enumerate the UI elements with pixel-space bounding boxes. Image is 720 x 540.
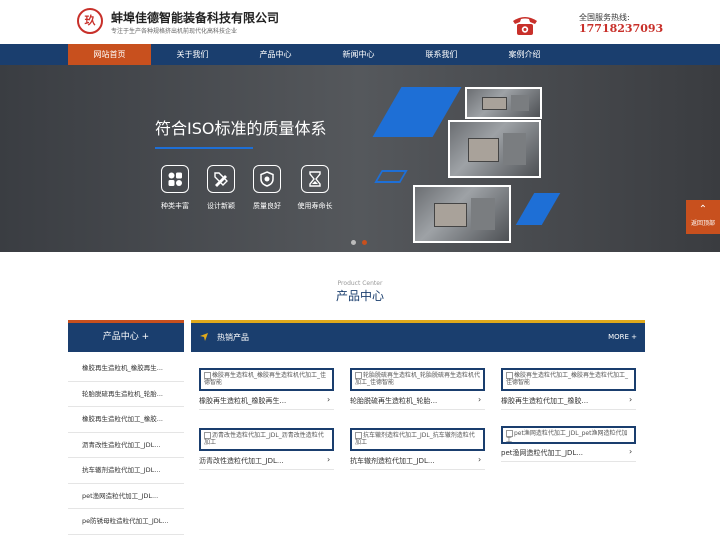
- product-image[interactable]: pet渔网造粒代加工_JDL_pet渔网造粒代加工: [501, 426, 636, 444]
- banner-photo: [465, 87, 542, 119]
- feature-quality: 质量良好: [242, 165, 292, 211]
- product-name[interactable]: 轮胎脱硫再生造粒机_轮胎...: [350, 396, 474, 406]
- company-tagline: 专注于生产各种规格挤出机前现代化高科技企业: [111, 28, 238, 35]
- grid-icon: [161, 165, 189, 193]
- nav-item-products[interactable]: 产品中心: [234, 44, 317, 65]
- nav-bar: 网站首页 关于我们 产品中心 新闻中心 联系我们 案例介绍: [68, 44, 643, 65]
- nav-item-contact[interactable]: 联系我们: [400, 44, 483, 65]
- feature-variety: 种类丰富: [150, 165, 200, 211]
- hourglass-icon: [301, 165, 329, 193]
- chevron-right-icon: ›: [629, 395, 633, 404]
- chevron-right-icon: ›: [478, 395, 482, 404]
- company-logo[interactable]: 玖: [77, 8, 103, 34]
- banner-underline: [155, 147, 253, 149]
- pencil-ruler-icon: [207, 165, 235, 193]
- back-to-top-label: 返回顶部: [690, 220, 715, 227]
- nav-item-cases[interactable]: 案例介绍: [483, 44, 566, 65]
- sidebar-item[interactable]: 橡胶再生造粒代加工_橡胶...: [68, 407, 184, 433]
- feature-label: 使用寿命长: [297, 202, 333, 210]
- product-card[interactable]: 橡胶再生造粒代加工_橡胶再生造粒代加工_佳德智能 橡胶再生造粒代加工_橡胶...…: [501, 368, 636, 411]
- product-name[interactable]: 橡胶再生造粒代加工_橡胶...: [501, 396, 625, 406]
- chevron-right-icon: ›: [629, 447, 633, 456]
- product-name[interactable]: 抗车辙剂造粒代加工_JDL...: [350, 456, 474, 466]
- main-nav: 网站首页 关于我们 产品中心 新闻中心 联系我们 案例介绍: [0, 44, 720, 65]
- divider: [501, 461, 636, 462]
- divider: [350, 469, 485, 470]
- page: 玖 蚌埠佳德智能装备科技有限公司 专注于生产各种规格挤出机前现代化高科技企业 全…: [0, 0, 720, 540]
- feature-durability: 使用寿命长: [290, 165, 340, 211]
- divider: [199, 409, 334, 410]
- divider: [501, 409, 636, 410]
- chevron-right-icon: ›: [478, 455, 482, 464]
- product-card[interactable]: 沥青改性造粒代加工_JDL_沥青改性造粒代加工 沥青改性造粒代加工_JDL...…: [199, 428, 334, 471]
- slider-dot-active[interactable]: [362, 240, 367, 245]
- feature-design: 设计新颖: [196, 165, 246, 211]
- banner-photo: [413, 185, 511, 243]
- banner-deco-shape: [374, 170, 408, 183]
- product-name[interactable]: pet渔网造粒代加工_JDL...: [501, 448, 625, 458]
- sidebar-item[interactable]: 抗车辙剂造粒代加工_JDL...: [68, 458, 184, 484]
- slider-dot[interactable]: [351, 240, 356, 245]
- more-link[interactable]: MORE +: [608, 333, 637, 341]
- product-card[interactable]: 轮胎脱硫再生造粒机_轮胎脱硫再生造粒机代加工_佳德智能 轮胎脱硫再生造粒机_轮胎…: [350, 368, 485, 411]
- site-header: 玖 蚌埠佳德智能装备科技有限公司 专注于生产各种规格挤出机前现代化高科技企业 全…: [0, 0, 720, 44]
- product-image[interactable]: 橡胶再生造粒代加工_橡胶再生造粒代加工_佳德智能: [501, 368, 636, 391]
- banner-photo: [448, 120, 541, 178]
- nav-item-home[interactable]: 网站首页: [68, 44, 151, 65]
- feature-label: 质量良好: [253, 202, 281, 210]
- feature-label: 设计新颖: [207, 202, 235, 210]
- sidebar-list: 橡胶再生造粒机_橡胶再生... 轮胎脱硫再生造粒机_轮胎... 橡胶再生造粒代加…: [68, 356, 184, 535]
- banner-headline: 符合ISO标准的质量体系: [155, 119, 327, 138]
- company-name: 蚌埠佳德智能装备科技有限公司: [111, 11, 280, 25]
- back-to-top-button[interactable]: ⌃ 返回顶部: [686, 200, 720, 234]
- feature-label: 种类丰富: [161, 202, 189, 210]
- hero-banner[interactable]: 符合ISO标准的质量体系 种类丰富 设计新颖 质量良好 使用寿命长: [0, 65, 720, 252]
- send-icon: [200, 333, 208, 341]
- hotline-number[interactable]: 17718237093: [579, 22, 663, 35]
- sidebar-item[interactable]: pet渔网造粒代加工_JDL...: [68, 484, 184, 509]
- section-title: 产品中心: [335, 289, 384, 303]
- hot-products-header: 热销产品 MORE +: [191, 320, 645, 352]
- section-title-en: Product Center: [337, 280, 383, 287]
- sidebar-title[interactable]: 产品中心 +: [68, 320, 184, 352]
- product-card[interactable]: pet渔网造粒代加工_JDL_pet渔网造粒代加工 pet渔网造粒代加工_JDL…: [501, 426, 636, 469]
- banner-deco-shape: [515, 193, 561, 225]
- product-name[interactable]: 橡胶再生造粒机_橡胶再生...: [199, 396, 323, 406]
- sidebar-item[interactable]: 橡胶再生造粒机_橡胶再生...: [68, 356, 184, 382]
- nav-item-about[interactable]: 关于我们: [151, 44, 234, 65]
- product-name[interactable]: 沥青改性造粒代加工_JDL...: [199, 456, 323, 466]
- nav-item-news[interactable]: 新闻中心: [317, 44, 400, 65]
- product-card[interactable]: 抗车辙剂造粒代加工_JDL_抗车辙剂造粒代加工 抗车辙剂造粒代加工_JDL...…: [350, 428, 485, 471]
- sidebar-item[interactable]: 轮胎脱硫再生造粒机_轮胎...: [68, 382, 184, 407]
- sidebar-item[interactable]: 沥青改性造粒代加工_JDL...: [68, 433, 184, 458]
- shield-icon: [253, 165, 281, 193]
- sidebar-item[interactable]: pe防锈母粒造粒代加工_JDL...: [68, 509, 184, 535]
- product-image[interactable]: 沥青改性造粒代加工_JDL_沥青改性造粒代加工: [199, 428, 334, 451]
- divider: [350, 409, 485, 410]
- chevron-right-icon: ›: [327, 395, 331, 404]
- phone-icon: [513, 17, 537, 35]
- product-image[interactable]: 橡胶再生造粒机_橡胶再生造粒机代加工_佳德智能: [199, 368, 334, 391]
- chevron-up-icon: ⌃: [698, 204, 708, 215]
- divider: [199, 469, 334, 470]
- hot-products-title: 热销产品: [217, 333, 249, 342]
- product-card[interactable]: 橡胶再生造粒机_橡胶再生造粒机代加工_佳德智能 橡胶再生造粒机_橡胶再生... …: [199, 368, 334, 411]
- product-image[interactable]: 抗车辙剂造粒代加工_JDL_抗车辙剂造粒代加工: [350, 428, 485, 451]
- chevron-right-icon: ›: [327, 455, 331, 464]
- product-image[interactable]: 轮胎脱硫再生造粒机_轮胎脱硫再生造粒机代加工_佳德智能: [350, 368, 485, 391]
